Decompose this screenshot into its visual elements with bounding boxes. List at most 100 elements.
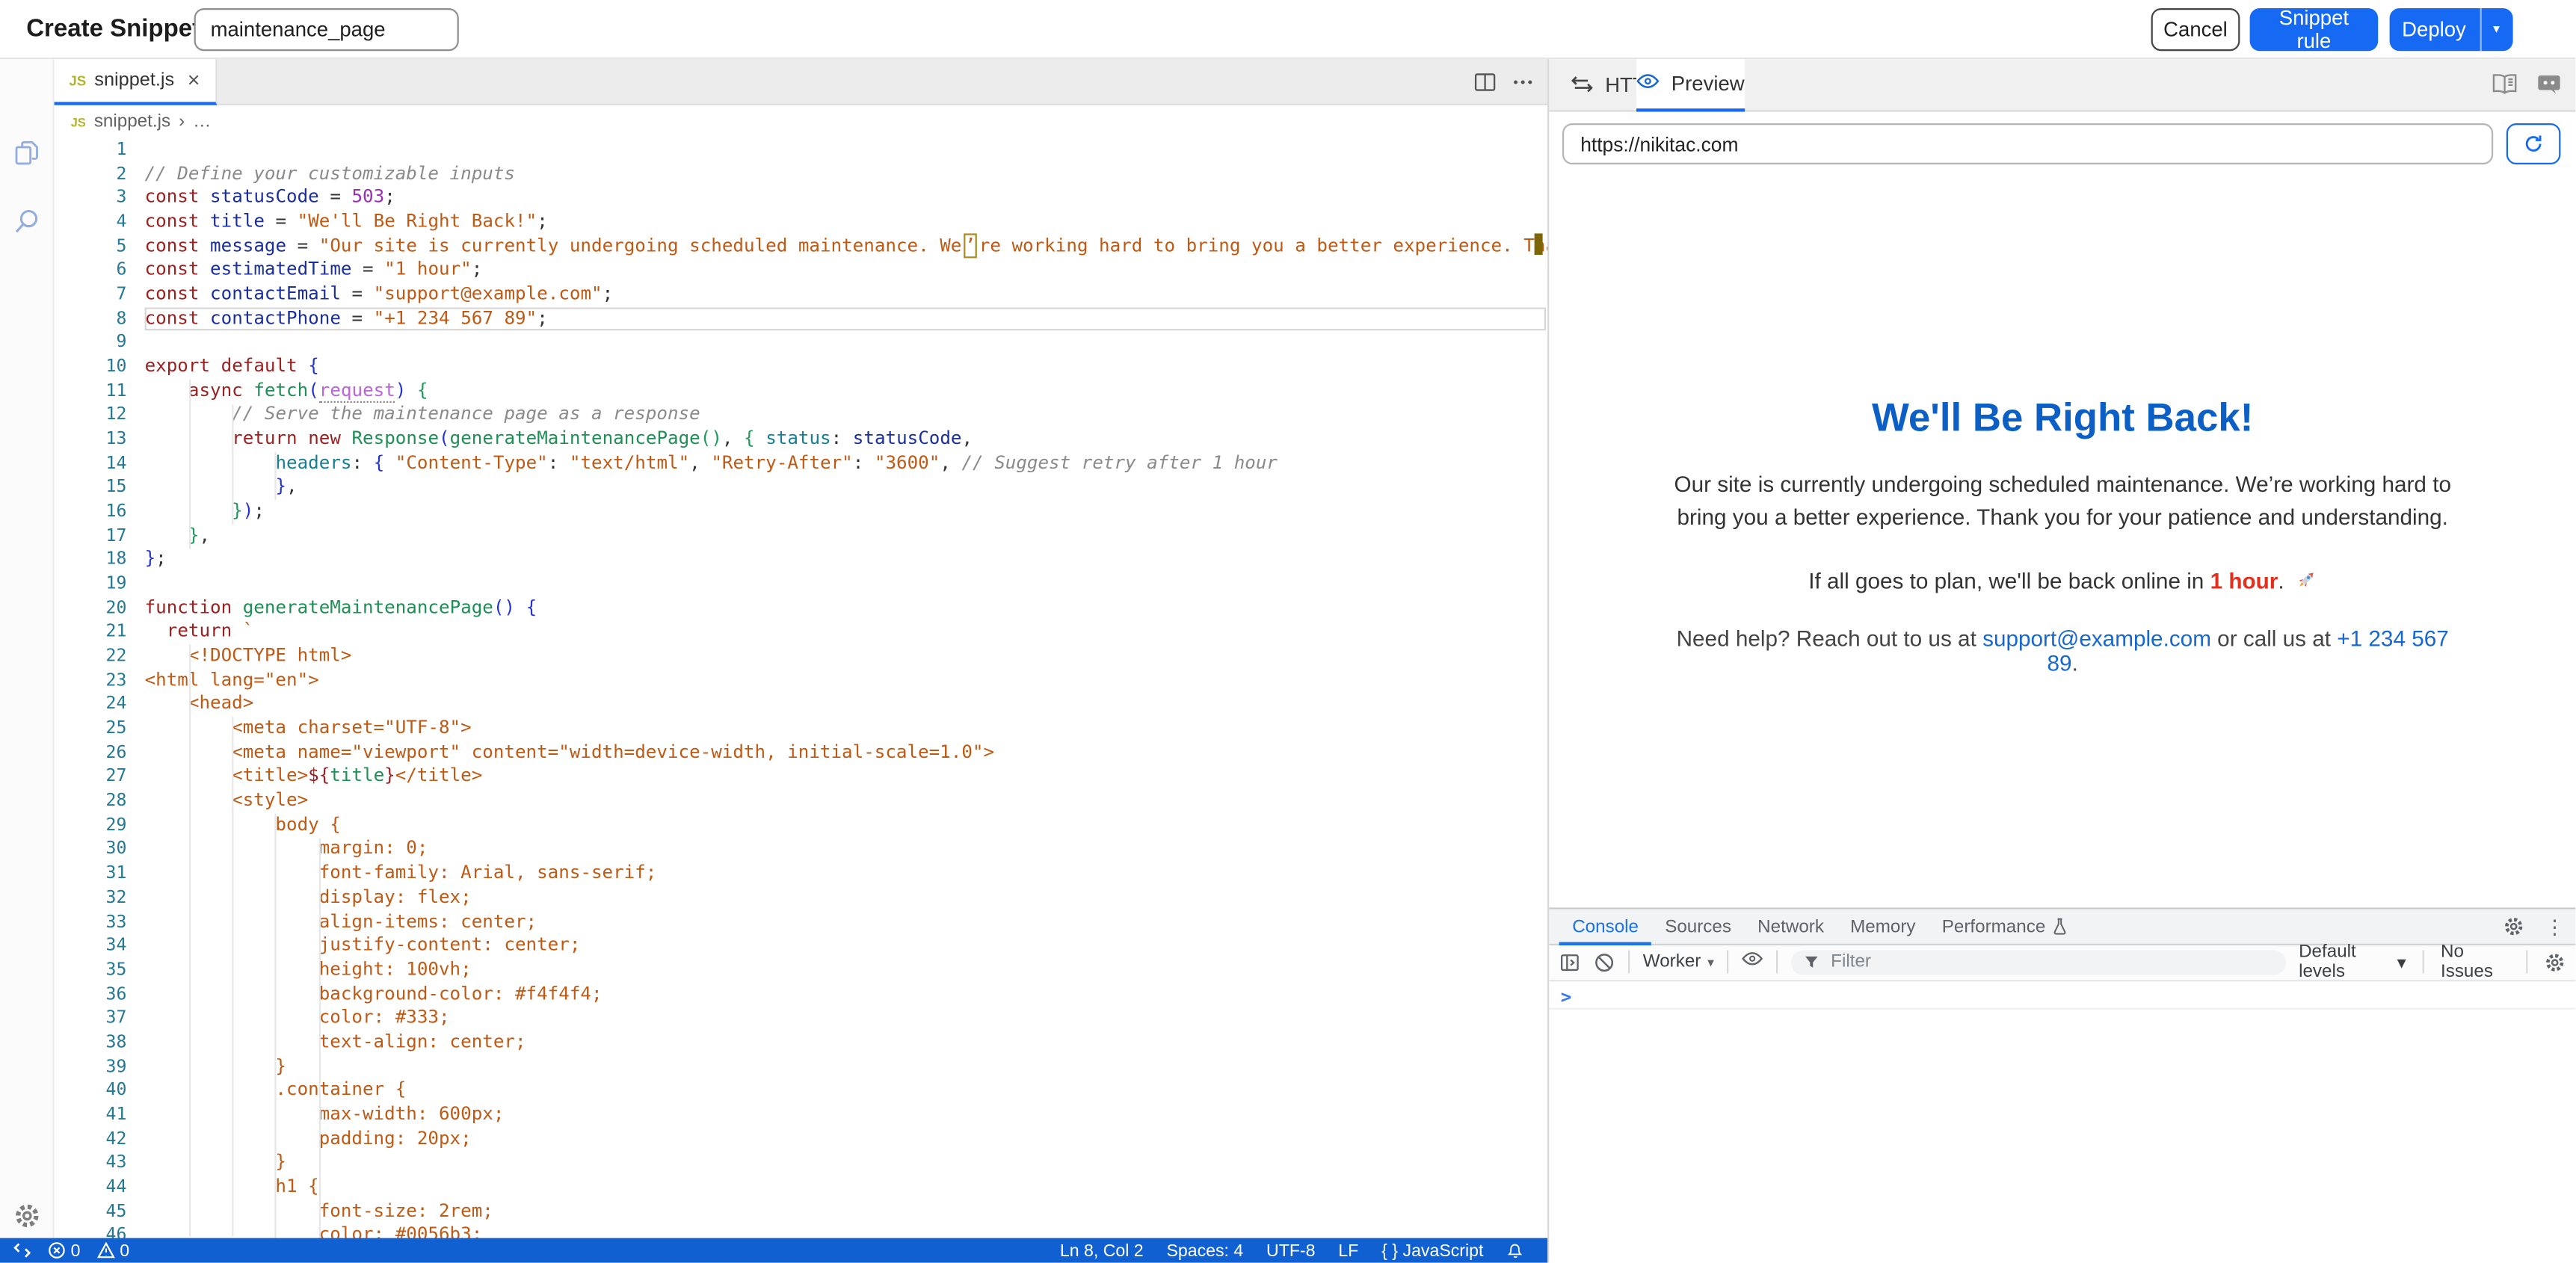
code-line[interactable]: 25 <meta charset="UTF-8"> [55,717,1548,741]
discord-icon[interactable] [2536,75,2563,96]
code-line[interactable]: 45 font-size: 2rem; [55,1199,1548,1223]
code-line[interactable]: 37 color: #333; [55,1007,1548,1031]
encoding-setting[interactable]: UTF-8 [1266,1241,1315,1260]
code-line[interactable]: 15 }, [55,476,1548,500]
execution-context-selector[interactable]: Worker ▾ [1643,952,1714,972]
code-line[interactable]: 13 return new Response(generateMaintenan… [55,427,1548,451]
code-line[interactable]: 8const contactPhone = "+1 234 567 89"; [55,307,1548,331]
breadcrumb[interactable]: JS snippet.js › … [55,105,1548,138]
devtools-tab-sources[interactable]: Sources [1652,910,1745,945]
code-line[interactable]: 22 <!DOCTYPE html> [55,645,1548,669]
log-levels-dropdown[interactable]: Default levels ▾ [2299,942,2406,982]
deploy-button[interactable]: Deploy [2389,7,2480,50]
line-number: 39 [55,1054,145,1078]
console-output[interactable]: > [1549,981,2576,1008]
line-number: 22 [55,645,145,669]
code-line[interactable]: 1 [55,138,1548,162]
language-mode[interactable]: { } JavaScript [1381,1241,1483,1260]
code-line[interactable]: 38 text-align: center; [55,1031,1548,1054]
code-line[interactable]: 32 display: flex; [55,886,1548,910]
code-line[interactable]: 27 <title>${title}</title> [55,765,1548,789]
breadcrumb-file[interactable]: snippet.js [94,112,170,132]
code-line[interactable]: 36 background-color: #f4f4f4; [55,983,1548,1007]
code-line[interactable]: 7const contactEmail = "support@example.c… [55,282,1548,306]
code-line[interactable]: 21 return ` [55,620,1548,644]
devtools-tab-strip: ConsoleSourcesNetworkMemoryPerformance ⋮ [1549,910,2576,945]
breadcrumb-more[interactable]: … [193,112,211,132]
deploy-dropdown-button[interactable]: ▾ [2480,7,2512,50]
code-line[interactable]: 17 }, [55,524,1548,548]
close-icon[interactable]: × [188,70,200,91]
devtools-tab-console[interactable]: Console [1559,910,1652,945]
snippet-name-input[interactable] [194,7,459,50]
code-line[interactable]: 3const statusCode = 503; [55,186,1548,210]
code-line[interactable]: 30 margin: 0; [55,838,1548,862]
code-line[interactable]: 19 [55,572,1548,596]
code-line[interactable]: 16 }); [55,500,1548,524]
console-settings-gear-icon[interactable] [2545,951,2566,973]
line-number: 6 [55,259,145,282]
code-line[interactable]: 10export default { [55,355,1548,379]
cancel-button[interactable]: Cancel [2151,7,2240,50]
code-line[interactable]: 11 async fetch(request) { [55,380,1548,404]
code-line[interactable]: 31 font-family: Arial, sans-serif; [55,862,1548,886]
code-line[interactable]: 6const estimatedTime = "1 hour"; [55,259,1548,282]
refresh-button[interactable] [2506,123,2561,164]
devtools-tab-performance[interactable]: Performance [1929,910,2080,945]
clear-console-icon[interactable] [1594,951,1615,973]
problems-warnings[interactable]: 0 [96,1241,129,1260]
code-line[interactable]: 40 .container { [55,1079,1548,1103]
code-line[interactable]: 2// Define your customizable inputs [55,162,1548,186]
code-line[interactable]: 44 h1 { [55,1176,1548,1199]
code-line[interactable]: 29 body { [55,814,1548,838]
code-line[interactable]: 4const title = "We'll Be Right Back!"; [55,211,1548,235]
code-line[interactable]: 39 } [55,1054,1548,1078]
code-line[interactable]: 18}; [55,549,1548,572]
code-line[interactable]: 9 [55,331,1548,355]
docs-book-icon[interactable] [2492,75,2518,96]
code-line[interactable]: 35 height: 100vh; [55,958,1548,982]
code-line[interactable]: 20function generateMaintenancePage() { [55,596,1548,620]
settings-gear-icon[interactable] [13,1202,41,1229]
live-expression-eye-icon[interactable] [1742,951,1763,973]
code-line[interactable]: 23<html lang="en"> [55,669,1548,693]
code-line[interactable]: 12 // Serve the maintenance page as a re… [55,404,1548,427]
snippet-rule-button[interactable]: Snippet rule [2250,7,2379,50]
split-editor-icon[interactable] [1473,70,1497,93]
cursor-position[interactable]: Ln 8, Col 2 [1060,1241,1144,1260]
filter-input[interactable] [1828,951,2273,974]
code-line[interactable]: 26 <meta name="viewport" content="width=… [55,741,1548,765]
remote-indicator-icon[interactable] [13,1241,31,1259]
code-line[interactable]: 33 align-items: center; [55,910,1548,934]
eol-setting[interactable]: LF [1338,1241,1358,1260]
devtools-tab-memory[interactable]: Memory [1837,910,1929,945]
console-sidebar-toggle-icon[interactable] [1559,951,1581,973]
issues-counter[interactable]: No Issues [2441,942,2510,982]
devtools-tab-network[interactable]: Network [1745,910,1837,945]
code-editor[interactable]: 12// Define your customizable inputs3con… [55,138,1548,1238]
code-line[interactable]: 24 <head> [55,693,1548,717]
code-line[interactable]: 34 justify-content: center; [55,934,1548,958]
tab-snippet-js[interactable]: JS snippet.js × [55,58,217,105]
problems-errors[interactable]: 0 [48,1241,81,1260]
code-line[interactable]: 43 } [55,1151,1548,1175]
code-line[interactable]: 46 color: #0056b3; [55,1223,1548,1238]
code-line[interactable]: 41 max-width: 600px; [55,1103,1548,1127]
files-icon[interactable] [13,139,41,167]
indentation-setting[interactable]: Spaces: 4 [1166,1241,1243,1260]
code-line[interactable]: 42 padding: 20px; [55,1127,1548,1151]
code-line[interactable]: 5const message = "Our site is currently … [55,235,1548,259]
console-prompt-row[interactable]: > [1549,981,2576,1008]
preview-url-input[interactable] [1562,123,2493,164]
support-email-link[interactable]: support@example.com [1982,626,2211,651]
line-number: 1 [55,138,145,162]
search-icon[interactable] [13,206,41,234]
devtools-settings-gear-icon[interactable] [2503,916,2525,938]
notifications-bell-icon[interactable] [1506,1241,1524,1259]
tab-preview[interactable]: Preview [1636,58,1745,112]
code-line[interactable]: 28 <style> [55,789,1548,813]
preview-panel: HTTP Preview [1549,58,2576,1263]
more-actions-icon[interactable] [1512,70,1535,93]
kebab-menu-icon[interactable]: ⋮ [2545,917,2564,936]
code-line[interactable]: 14 headers: { "Content-Type": "text/html… [55,451,1548,475]
